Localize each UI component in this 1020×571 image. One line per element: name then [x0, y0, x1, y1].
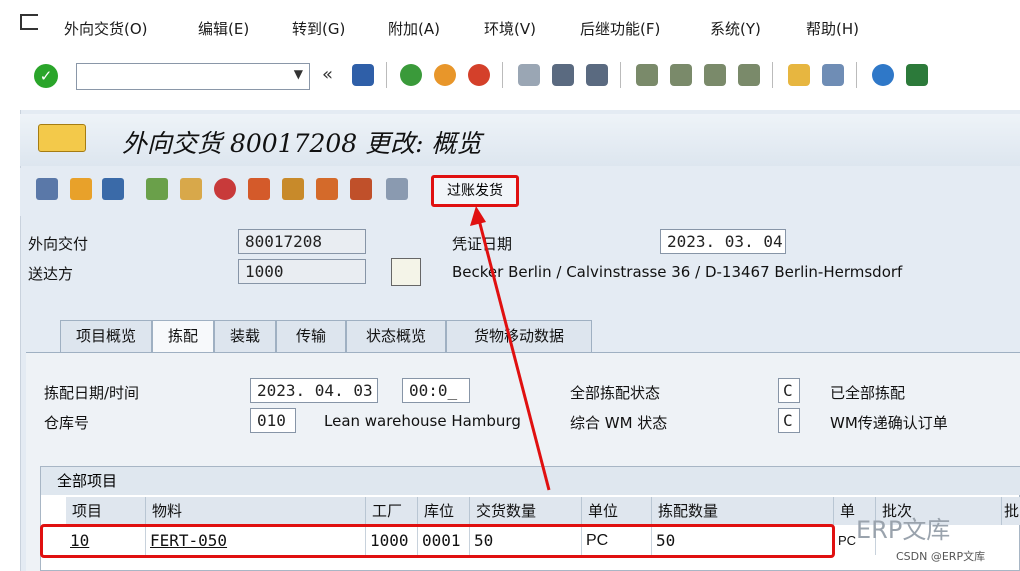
annotation-arrow — [470, 206, 551, 491]
watermark-credit: CSDN @ERP文库 — [896, 550, 986, 563]
watermark-logo: ERP文库 — [856, 516, 951, 544]
